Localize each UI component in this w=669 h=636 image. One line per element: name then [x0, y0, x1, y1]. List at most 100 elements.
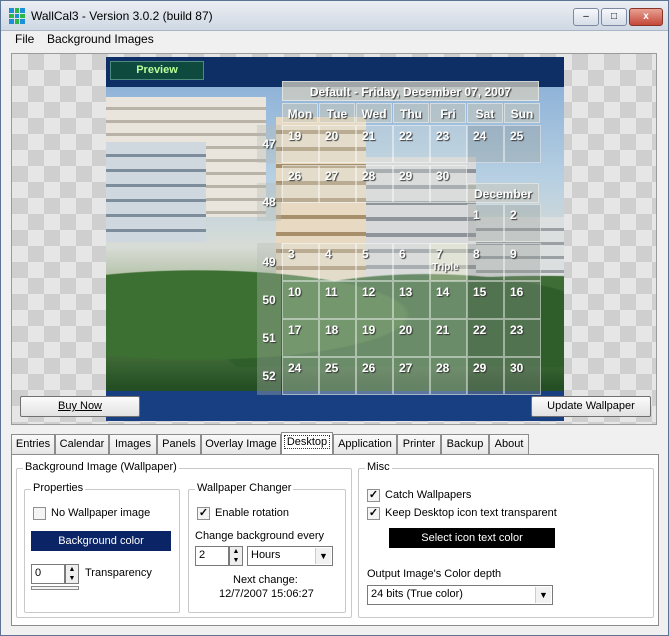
calendar-day-cell[interactable]: 22	[467, 319, 504, 357]
misc-group: Misc ✓ Catch Wallpapers ✓ Keep Desktop i…	[358, 461, 654, 618]
day-header: Mon	[282, 103, 318, 123]
calendar-day-cell[interactable]: 12	[356, 281, 393, 319]
no-wallpaper-checkbox[interactable]	[33, 507, 46, 520]
calendar-day-cell[interactable]: 23	[430, 125, 467, 163]
calendar-day-cell[interactable]: 30	[430, 165, 467, 203]
buy-now-button[interactable]: Buy Now	[20, 396, 140, 417]
day-header: Sat	[467, 103, 503, 123]
update-wallpaper-button[interactable]: Update Wallpaper	[531, 396, 651, 417]
calendar-day-cell[interactable]: 5	[356, 243, 393, 281]
calendar-day-cell[interactable]: 25	[504, 125, 541, 163]
tab-about[interactable]: About	[489, 434, 529, 454]
background-image-group: Background Image (Wallpaper) Properties …	[16, 461, 352, 618]
calendar-day-cell[interactable]: 28	[430, 357, 467, 395]
day-header: Wed	[356, 103, 392, 123]
window-title: WallCal3 - Version 3.0.2 (build 87)	[31, 9, 213, 23]
calendar-day-cell[interactable]: 28	[356, 165, 393, 203]
interval-unit-select[interactable]: Hours ▼	[247, 546, 333, 566]
calendar-day-cell[interactable]: 24	[282, 357, 319, 395]
catch-wallpapers-label: Catch Wallpapers	[385, 489, 472, 501]
app-window: WallCal3 - Version 3.0.2 (build 87) – □ …	[0, 0, 669, 636]
calendar-day-cell[interactable]: 27	[319, 165, 356, 203]
calendar-day-cell[interactable]: 8	[467, 243, 504, 281]
calendar-day-cell[interactable]: 20	[393, 319, 430, 357]
tab-printer[interactable]: Printer	[397, 434, 441, 454]
tab-images[interactable]: Images	[109, 434, 157, 454]
day-header: Sun	[504, 103, 540, 123]
tab-desktop[interactable]: Desktop	[281, 432, 333, 454]
calendar-day-cell[interactable]: 22	[393, 125, 430, 163]
calendar-day-cell[interactable]: 18	[319, 319, 356, 357]
minimize-button[interactable]: –	[573, 8, 599, 26]
enable-rotation-checkbox[interactable]: ✓	[197, 507, 210, 520]
calendar-day-cell[interactable]: 30	[504, 357, 541, 395]
calendar-day-cell[interactable]: 19	[282, 125, 319, 163]
building-front	[106, 142, 206, 242]
calendar-day-cell[interactable]: 29	[393, 165, 430, 203]
calendar-day-cell[interactable]: 27	[393, 357, 430, 395]
color-depth-label: Output Image's Color depth	[367, 568, 502, 580]
tab-entries[interactable]: Entries	[11, 434, 55, 454]
keep-transparent-label: Keep Desktop icon text transparent	[385, 507, 557, 519]
maximize-button[interactable]: □	[601, 8, 627, 26]
change-every-label: Change background every	[195, 530, 325, 542]
week-number: 49	[257, 243, 281, 281]
day-header: Tue	[319, 103, 355, 123]
calendar-day-cell[interactable]: 3	[282, 243, 319, 281]
day-header: Thu	[393, 103, 429, 123]
keep-transparent-checkbox[interactable]: ✓	[367, 507, 380, 520]
tab-panels[interactable]: Panels	[157, 434, 201, 454]
calendar-day-cell[interactable]: 16	[504, 281, 541, 319]
interval-input[interactable]: 2	[195, 546, 229, 566]
select-icon-color-button[interactable]: Select icon text color	[389, 528, 555, 548]
transparency-slider[interactable]	[31, 586, 79, 590]
close-button[interactable]: x	[629, 8, 663, 26]
properties-group-label: Properties	[31, 482, 86, 494]
calendar-day-cell[interactable]: 29	[467, 357, 504, 395]
enable-rotation-label: Enable rotation	[215, 507, 289, 519]
calendar-day-cell[interactable]: 11	[319, 281, 356, 319]
calendar-day-cell[interactable]: 13	[393, 281, 430, 319]
tab-application[interactable]: Application	[333, 434, 397, 454]
calendar-day-cell[interactable]: 26	[356, 357, 393, 395]
transparency-input[interactable]: 0	[31, 564, 65, 584]
transparency-label: Transparency	[85, 567, 152, 579]
calendar-day-cell[interactable]: 19	[356, 319, 393, 357]
transparency-spinner[interactable]: ▲ ▼	[65, 564, 79, 584]
calendar-day-cell[interactable]: 21	[356, 125, 393, 163]
wallcal-app-icon	[9, 8, 25, 24]
calendar-day-cell[interactable]: 2	[504, 204, 541, 242]
menu-file[interactable]: File	[15, 32, 34, 46]
tab-overlay-image[interactable]: Overlay Image	[201, 434, 281, 454]
calendar-day-cell[interactable]: 15	[467, 281, 504, 319]
calendar-day-cell[interactable]: 14	[430, 281, 467, 319]
catch-wallpapers-checkbox[interactable]: ✓	[367, 489, 380, 502]
calendar-day-cell[interactable]: 25	[319, 357, 356, 395]
calendar-day-cell[interactable]: 4	[319, 243, 356, 281]
calendar-day-cell[interactable]: 10	[282, 281, 319, 319]
chevron-down-icon: ▼	[535, 587, 551, 603]
color-depth-select[interactable]: 24 bits (True color) ▼	[367, 585, 553, 605]
tab-calendar[interactable]: Calendar	[55, 434, 109, 454]
properties-group: Properties No Wallpaper image Background…	[24, 482, 180, 613]
calendar-day-cell[interactable]: 21	[430, 319, 467, 357]
menu-background-images[interactable]: Background Images	[47, 32, 154, 46]
calendar-day-cell[interactable]: 26	[282, 165, 319, 203]
month-label: December	[467, 183, 539, 203]
interval-spinner[interactable]: ▲ ▼	[229, 546, 243, 566]
calendar-day-cell[interactable]: 9	[504, 243, 541, 281]
tab-backup[interactable]: Backup	[441, 434, 489, 454]
calendar-day-cell[interactable]: 1	[467, 204, 504, 242]
calendar-day-cell[interactable]: 20	[319, 125, 356, 163]
calendar-day-cell[interactable]: 6	[393, 243, 430, 281]
calendar-day-cell[interactable]: 17	[282, 319, 319, 357]
week-number: 50	[257, 281, 281, 319]
title-bar[interactable]: WallCal3 - Version 3.0.2 (build 87) – □ …	[1, 1, 668, 31]
calendar-title: Default - Friday, December 07, 2007	[282, 81, 539, 101]
calendar-day-cell[interactable]: 24	[467, 125, 504, 163]
calendar-today-cell[interactable]: 7 Triple	[430, 243, 467, 281]
calendar-day-cell[interactable]: 23	[504, 319, 541, 357]
week-number: 47	[257, 125, 281, 163]
next-change-label: Next change:	[233, 574, 298, 586]
background-color-button[interactable]: Background color	[31, 531, 171, 551]
